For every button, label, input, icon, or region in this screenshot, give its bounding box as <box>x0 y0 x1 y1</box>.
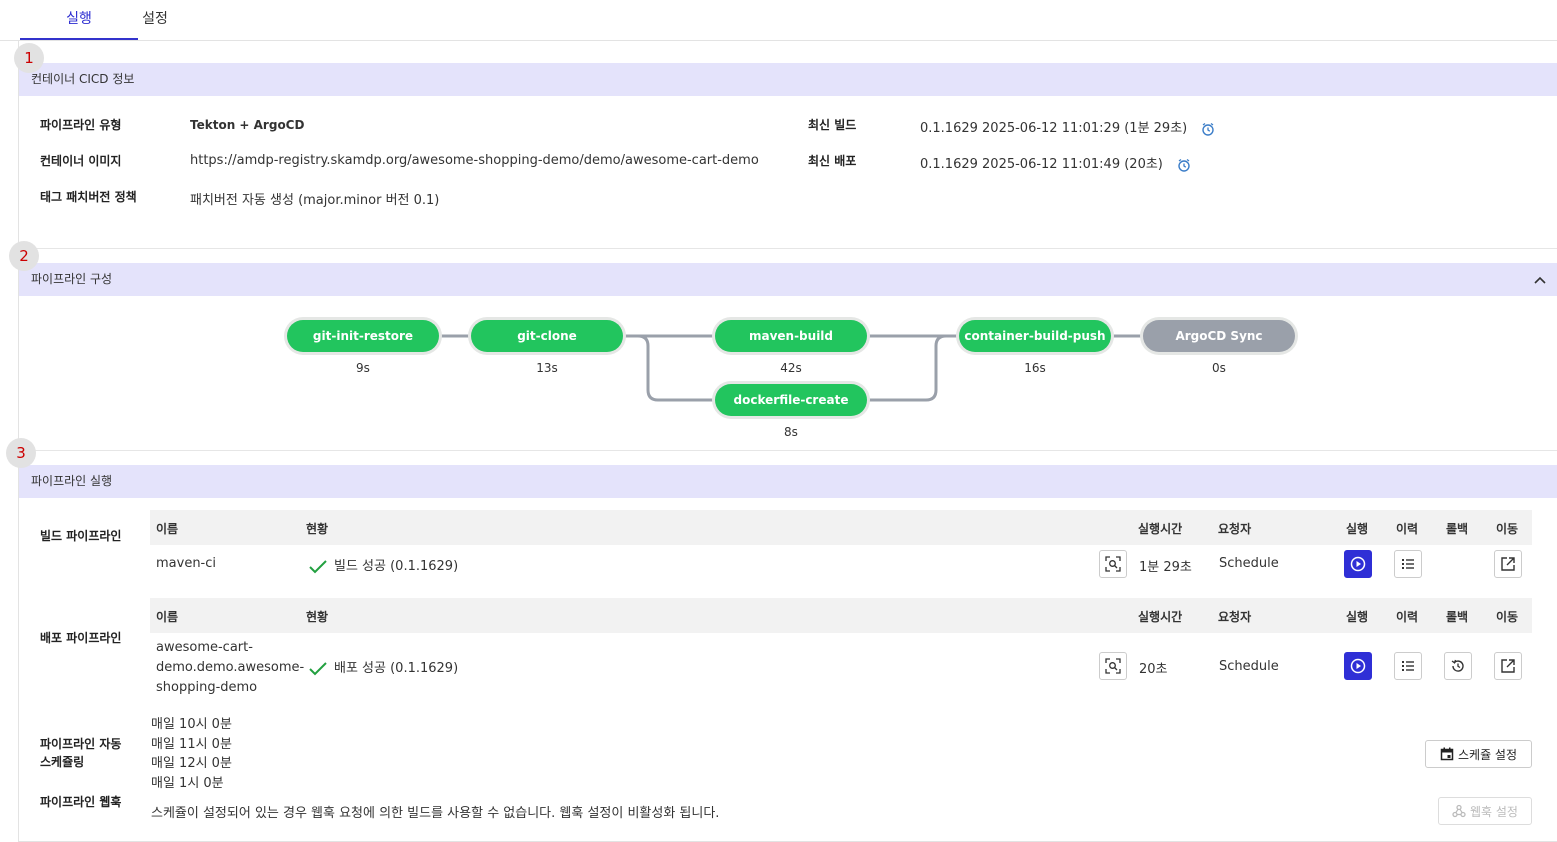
col-go: 이동 <box>1496 610 1519 624</box>
col-status: 현황 <box>306 522 329 536</box>
col-history: 이력 <box>1396 610 1419 624</box>
col-time: 실행시간 <box>1138 522 1183 536</box>
build-requester: Schedule <box>1219 556 1279 571</box>
col-rollback: 롤백 <box>1446 610 1469 624</box>
log-view-button[interactable] <box>1099 652 1127 680</box>
stage-container-build-push[interactable]: container-build-push <box>959 320 1111 352</box>
divider <box>19 450 1557 451</box>
schedule-label: 파이프라인 자동 스케쥴링 <box>40 737 122 769</box>
deploy-rollback-button[interactable] <box>1444 652 1472 680</box>
stage-duration: 8s <box>784 425 798 439</box>
stage-duration: 13s <box>536 361 558 375</box>
deploy-table-header: 이름 현황 실행시간 요청자 실행 이력 롤백 이동 <box>150 598 1532 633</box>
external-link-icon <box>1501 659 1515 673</box>
check-icon <box>309 661 327 675</box>
build-open-button[interactable] <box>1494 550 1522 578</box>
stage-duration: 42s <box>780 361 802 375</box>
build-pipeline-label: 빌드 파이프라인 <box>40 529 122 543</box>
col-name: 이름 <box>156 522 179 536</box>
deploy-name-line: shopping-demo <box>156 680 258 695</box>
external-link-icon <box>1501 557 1515 571</box>
section-number-2: 2 <box>9 241 39 271</box>
build-run-time: 1분 29초 <box>1139 560 1192 575</box>
deploy-run-button[interactable] <box>1344 652 1372 680</box>
col-history: 이력 <box>1396 522 1419 536</box>
stage-maven-build[interactable]: maven-build <box>715 320 867 352</box>
col-status: 현황 <box>306 610 329 624</box>
col-time: 실행시간 <box>1138 610 1183 624</box>
stage-dockerfile-create[interactable]: dockerfile-create <box>715 384 867 416</box>
schedule-item: 매일 10시 0분 <box>151 717 232 732</box>
deploy-status: 배포 성공 (0.1.1629) <box>308 657 458 677</box>
section-header-pipeline-run: 파이프라인 실행 <box>19 465 1557 498</box>
webhook-icon <box>1452 804 1466 818</box>
section-title: 파이프라인 실행 <box>31 474 113 488</box>
deploy-status-text: 배포 성공 (0.1.1629) <box>334 661 459 676</box>
log-view-button[interactable] <box>1099 550 1127 578</box>
list-icon <box>1402 559 1414 569</box>
build-table-header: 이름 현황 실행시간 요청자 실행 이력 롤백 이동 <box>150 510 1532 545</box>
col-requester: 요청자 <box>1218 610 1252 624</box>
scan-search-icon <box>1105 556 1121 572</box>
check-icon <box>309 559 327 573</box>
pipeline-connectors <box>439 334 1143 402</box>
stage-argocd-sync[interactable]: ArgoCD Sync <box>1143 320 1295 352</box>
build-status-text: 빌드 성공 (0.1.1629) <box>334 559 459 574</box>
schedule-item: 매일 11시 0분 <box>151 736 232 752</box>
col-requester: 요청자 <box>1218 522 1252 536</box>
schedule-item: 매일 12시 0분 <box>151 756 232 771</box>
stage-git-init-restore[interactable]: git-init-restore <box>287 320 439 352</box>
history-rollback-icon <box>1451 659 1464 672</box>
webhook-settings-button[interactable]: 웹훅 설정 <box>1438 797 1532 825</box>
play-circle-icon <box>1350 556 1366 572</box>
schedule-settings-button[interactable]: 스케쥴 설정 <box>1425 740 1532 768</box>
deploy-open-button[interactable] <box>1494 652 1522 680</box>
deploy-history-button[interactable] <box>1394 652 1422 680</box>
col-run: 실행 <box>1346 610 1369 624</box>
col-rollback: 롤백 <box>1446 522 1469 536</box>
play-circle-icon <box>1350 658 1366 674</box>
deploy-name-line: demo.demo.awesome- <box>156 660 305 675</box>
webhook-notice: 스케쥴이 설정되어 있는 경우 웹훅 요청에 의한 빌드를 사용할 수 없습니다… <box>151 806 720 821</box>
deploy-name-line: awesome-cart- <box>156 640 253 655</box>
build-status: 빌드 성공 (0.1.1629) <box>308 555 458 575</box>
stage-duration: 9s <box>356 361 370 375</box>
list-icon <box>1402 661 1414 671</box>
schedule-list: 매일 10시 0분 매일 11시 0분 매일 12시 0분 매일 1시 0분 <box>151 715 232 793</box>
stage-git-clone[interactable]: git-clone <box>471 320 623 352</box>
build-history-button[interactable] <box>1394 550 1422 578</box>
scan-search-icon <box>1105 658 1121 674</box>
stage-duration: 0s <box>1212 361 1226 375</box>
section-number-1: 1 <box>14 43 44 73</box>
deploy-requester: Schedule <box>1219 659 1279 674</box>
webhook-settings-label: 웹훅 설정 <box>1470 804 1518 819</box>
build-pipeline-name: maven-ci <box>156 556 217 571</box>
deploy-pipeline-label: 배포 파이프라인 <box>40 631 122 645</box>
webhook-label: 파이프라인 웹훅 <box>40 795 122 809</box>
col-name: 이름 <box>156 610 179 624</box>
section-number-3: 3 <box>6 438 36 468</box>
deploy-run-time: 20초 <box>1139 662 1168 677</box>
schedule-settings-label: 스케쥴 설정 <box>1457 747 1517 762</box>
schedule-item: 매일 1시 0분 <box>151 775 224 791</box>
deploy-pipeline-name: awesome-cart- demo.demo.awesome- shoppin… <box>156 638 304 698</box>
build-run-button[interactable] <box>1344 550 1372 578</box>
col-run: 실행 <box>1346 522 1369 536</box>
calendar-icon <box>1440 747 1454 761</box>
col-go: 이동 <box>1496 522 1519 536</box>
stage-duration: 16s <box>1024 361 1046 375</box>
